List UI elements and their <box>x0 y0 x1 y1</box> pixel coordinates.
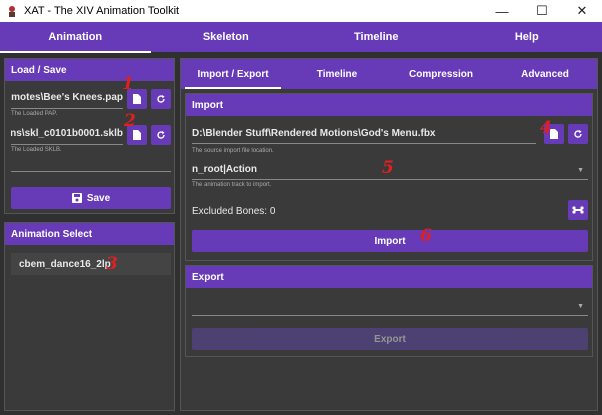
file-icon <box>133 130 141 140</box>
excluded-bones-label: Excluded Bones: 0 <box>192 206 276 217</box>
pap-file-row: Emotes\Bee's Knees.pap The Loaded PAP. <box>11 89 171 117</box>
sklb-hint: The Loaded SKLB. <box>11 147 62 153</box>
tab-compression[interactable]: Compression <box>389 59 493 89</box>
animation-track-value: n_root|Action <box>192 164 258 175</box>
content-area: Import / Export Timeline Compression Adv… <box>180 58 598 411</box>
empty-field[interactable] <box>11 171 171 172</box>
load-save-header: Load / Save <box>5 59 174 81</box>
animation-select-header: Animation Select <box>5 223 174 245</box>
export-format-select[interactable] <box>192 296 588 316</box>
tab-import-export[interactable]: Import / Export <box>181 59 285 89</box>
save-icon <box>71 193 82 203</box>
main-nav: Animation Skeleton Timeline Help <box>0 22 602 53</box>
app-logo-icon <box>5 4 19 18</box>
file-icon <box>550 129 558 139</box>
pap-open-button[interactable] <box>127 89 147 109</box>
bone-icon <box>572 206 584 214</box>
chevron-down-icon: ▼ <box>577 303 584 310</box>
refresh-icon <box>157 131 165 139</box>
import-header: Import <box>186 94 592 116</box>
close-button[interactable]: ✕ <box>562 0 602 22</box>
tab-advanced[interactable]: Advanced <box>493 59 597 89</box>
animation-track-hint: The animation track to import. <box>192 182 272 188</box>
save-button[interactable]: Save <box>11 187 171 209</box>
file-icon <box>133 94 141 104</box>
pap-file-field[interactable]: Emotes\Bee's Knees.pap <box>11 89 123 109</box>
tab-timeline[interactable]: Timeline <box>301 22 452 52</box>
chevron-down-icon: ▼ <box>577 167 584 174</box>
import-reload-button[interactable] <box>568 124 588 144</box>
animation-track-select[interactable]: n_root|Action <box>192 160 588 180</box>
tab-help[interactable]: Help <box>452 22 602 52</box>
import-button[interactable]: Import <box>192 230 588 252</box>
refresh-icon <box>574 130 582 138</box>
tab-skeleton[interactable]: Skeleton <box>151 22 302 52</box>
pap-reload-button[interactable] <box>151 89 171 109</box>
tab-timeline-sub[interactable]: Timeline <box>285 59 389 89</box>
export-header: Export <box>186 266 592 288</box>
import-open-button[interactable] <box>544 124 564 144</box>
sklb-reload-button[interactable] <box>151 125 171 145</box>
animation-select-panel: Animation Select cbem_dance16_2lp <box>4 222 175 411</box>
save-label: Save <box>86 192 111 204</box>
export-button[interactable]: Export <box>192 328 588 350</box>
window-title: XAT - The XIV Animation Toolkit <box>24 5 180 17</box>
sub-nav: Import / Export Timeline Compression Adv… <box>181 59 597 89</box>
import-panel: Import D:\Blender Stuff\Rendered Motions… <box>185 93 593 261</box>
sklb-file-row: ns\skl_c0101b0001.sklb The Loaded SKLB. <box>11 125 171 153</box>
title-bar: XAT - The XIV Animation Toolkit — ☐ ✕ <box>0 0 602 22</box>
refresh-icon <box>157 95 165 103</box>
sklb-open-button[interactable] <box>127 125 147 145</box>
list-item[interactable]: cbem_dance16_2lp <box>11 253 171 275</box>
import-file-hint: The source import file location. <box>192 148 274 154</box>
maximize-button[interactable]: ☐ <box>522 0 562 22</box>
import-file-field[interactable]: D:\Blender Stuff\Rendered Motions\God's … <box>192 124 536 144</box>
sklb-file-field[interactable]: ns\skl_c0101b0001.sklb <box>11 125 123 145</box>
pap-hint: The Loaded PAP. <box>11 111 58 117</box>
sklb-file-value: ns\skl_c0101b0001.sklb <box>11 128 123 139</box>
pap-file-value: Emotes\Bee's Knees.pap <box>11 92 123 103</box>
tab-animation[interactable]: Animation <box>0 22 151 53</box>
export-panel: Export ▼ Export <box>185 265 593 357</box>
load-save-panel: Load / Save Emotes\Bee's Knees.pap The L… <box>4 58 175 214</box>
minimize-button[interactable]: — <box>482 0 522 22</box>
excluded-bones-button[interactable] <box>568 200 588 220</box>
